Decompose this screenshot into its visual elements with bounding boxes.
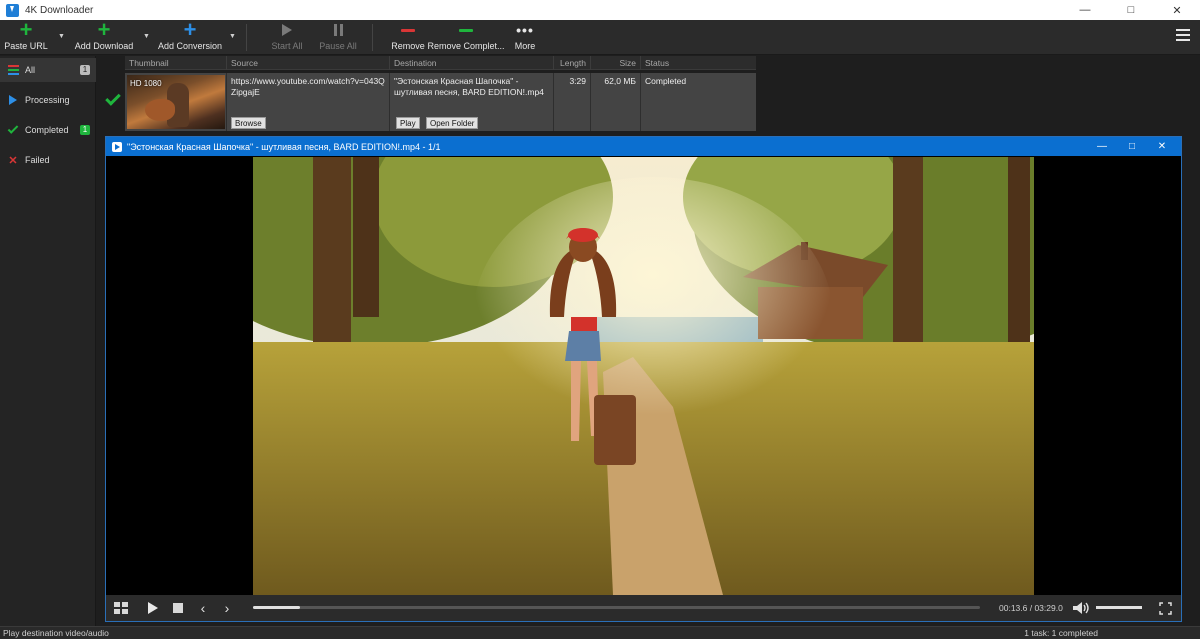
completed-check-icon	[105, 90, 121, 106]
app-title: 4K Downloader	[25, 4, 94, 16]
toolbar-divider	[246, 24, 247, 51]
seek-progress	[253, 606, 301, 609]
player-controls-bar: ‹ › 00:13.6 / 03:29.0	[106, 595, 1181, 621]
player-title-bar: "Эстонская Красная Шапочка" - шутливая п…	[106, 137, 1181, 156]
count-badge: 1	[80, 125, 90, 135]
menu-hamburger-icon[interactable]	[1176, 29, 1190, 41]
table-header: Thumbnail Source Destination Length Size…	[125, 56, 756, 70]
paste-url-button[interactable]: + Paste URL	[4, 17, 48, 55]
plus-icon: +	[183, 17, 197, 42]
player-app-icon	[112, 141, 122, 152]
count-badge: 1	[80, 65, 90, 75]
length-cell: 3:29	[553, 73, 590, 131]
status-cell: Completed	[640, 73, 756, 131]
stop-icon	[173, 603, 183, 613]
previous-chevron-icon[interactable]: ‹	[196, 595, 210, 621]
minimize-icon[interactable]: —	[1062, 0, 1108, 20]
volume-level	[1096, 606, 1142, 609]
plus-icon: +	[19, 17, 33, 42]
play-button[interactable]	[144, 595, 162, 621]
volume-icon[interactable]	[1072, 595, 1090, 621]
remove-button[interactable]: Remove	[391, 20, 425, 55]
sidebar-item-label: Failed	[25, 155, 50, 165]
app-title-bar: 4K Downloader — □ ✕	[0, 0, 1200, 20]
column-header-thumbnail[interactable]: Thumbnail	[125, 56, 226, 70]
video-frame[interactable]	[253, 157, 1034, 595]
add-download-dropdown-icon[interactable]: ▼	[143, 33, 150, 40]
list-icon	[7, 65, 19, 75]
close-icon[interactable]: ✕	[1147, 137, 1177, 156]
seek-bar[interactable]	[253, 606, 980, 609]
volume-slider[interactable]	[1096, 606, 1142, 609]
remove-completed-button[interactable]: Remove Complet...	[427, 20, 505, 55]
video-thumbnail: HD 1080	[127, 75, 225, 129]
sidebar-item-processing[interactable]: Processing	[0, 88, 96, 112]
status-bar: Play destination video/audio 1 task: 1 c…	[0, 626, 1200, 639]
sidebar-item-completed[interactable]: Completed 1	[0, 118, 96, 142]
sidebar-item-label: Completed	[25, 125, 69, 135]
add-conversion-button[interactable]: + Add Conversion	[158, 17, 222, 55]
column-header-status[interactable]: Status	[640, 56, 756, 70]
open-folder-button[interactable]: Open Folder	[426, 117, 479, 129]
play-icon	[148, 602, 158, 614]
close-icon[interactable]: ✕	[1154, 0, 1200, 20]
column-header-destination[interactable]: Destination	[389, 56, 553, 70]
column-header-length[interactable]: Length	[553, 56, 590, 70]
player-window-controls: — □ ✕	[1087, 137, 1177, 156]
x-icon: ✕	[8, 154, 18, 167]
browse-button[interactable]: Browse	[231, 117, 266, 129]
source-url: https://www.youtube.com/watch?v=043QZipg…	[231, 76, 385, 97]
sidebar-item-failed[interactable]: ✕ Failed	[0, 148, 96, 172]
quality-label: HD 1080	[130, 79, 162, 88]
sidebar-item-all[interactable]: All 1	[0, 58, 96, 82]
add-download-button[interactable]: + Add Download	[75, 17, 134, 55]
fullscreen-icon[interactable]	[1156, 595, 1174, 621]
window-controls: — □ ✕	[1062, 0, 1200, 20]
toolbar: + Paste URL ▼ + Add Download ▼ + Add Con…	[0, 17, 1200, 55]
thumbnail-cell: HD 1080	[125, 73, 226, 131]
minimize-icon[interactable]: —	[1087, 137, 1117, 156]
play-icon	[7, 95, 19, 105]
minus-icon	[401, 22, 415, 38]
pause-icon	[333, 22, 343, 38]
next-chevron-icon[interactable]: ›	[220, 595, 234, 621]
table-row[interactable]: HD 1080 https://www.youtube.com/watch?v=…	[125, 73, 756, 131]
checkmark-icon	[7, 123, 19, 134]
play-icon	[282, 22, 292, 38]
video-frame-image	[253, 157, 1034, 595]
stop-button[interactable]	[170, 595, 186, 621]
start-all-button[interactable]: Start All	[270, 20, 304, 55]
playback-time: 00:13.6 / 03:29.0	[999, 603, 1063, 613]
status-summary: 1 task: 1 completed	[1024, 628, 1098, 638]
play-button[interactable]: Play	[396, 117, 420, 129]
more-dots-icon: •••	[516, 22, 534, 38]
add-conversion-dropdown-icon[interactable]: ▼	[229, 33, 236, 40]
maximize-icon[interactable]: □	[1117, 137, 1147, 156]
destination-filename: "Эстонская Красная Шапочка" - шутливая п…	[394, 76, 544, 97]
app-logo-icon	[6, 3, 19, 17]
toolbar-divider	[372, 24, 373, 51]
paste-url-dropdown-icon[interactable]: ▼	[58, 33, 65, 40]
plus-icon: +	[97, 17, 111, 42]
column-header-size[interactable]: Size	[590, 56, 640, 70]
size-cell: 62,0 МБ	[590, 73, 640, 131]
video-player-window: "Эстонская Красная Шапочка" - шутливая п…	[105, 136, 1182, 622]
source-cell: https://www.youtube.com/watch?v=043QZipg…	[226, 73, 389, 131]
minus-icon	[459, 22, 473, 38]
more-button[interactable]: ••• More	[512, 20, 538, 55]
pause-all-button[interactable]: Pause All	[319, 20, 357, 55]
sidebar-item-label: Processing	[25, 95, 70, 105]
player-title: "Эстонская Красная Шапочка" - шутливая п…	[127, 141, 441, 152]
maximize-icon[interactable]: □	[1108, 0, 1154, 20]
sidebar-item-label: All	[25, 65, 36, 75]
sidebar: All 1 Processing Completed 1 ✕ Failed	[0, 56, 96, 626]
status-hint: Play destination video/audio	[3, 628, 109, 638]
destination-cell: "Эстонская Красная Шапочка" - шутливая п…	[389, 73, 553, 131]
playlist-grid-icon[interactable]	[112, 595, 130, 621]
column-header-source[interactable]: Source	[226, 56, 389, 70]
